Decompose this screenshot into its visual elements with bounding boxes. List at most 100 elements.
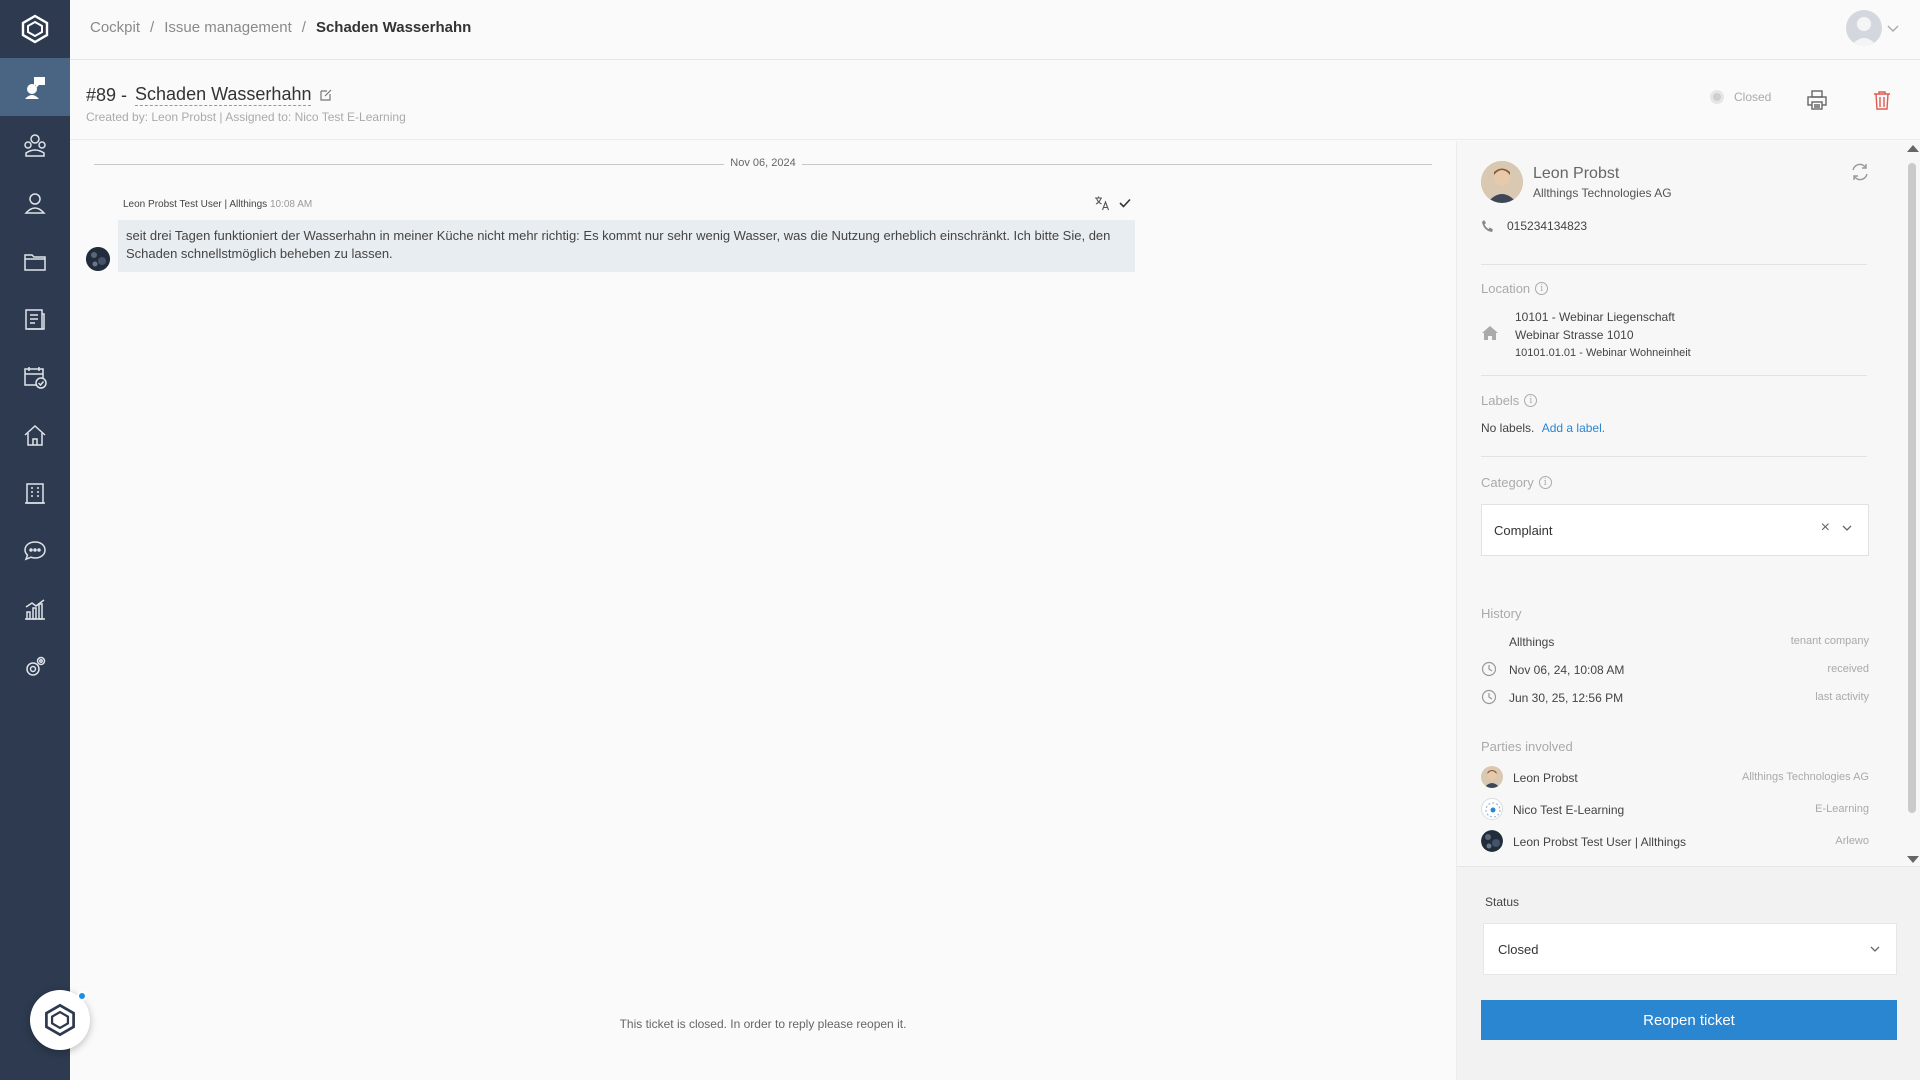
refresh-button[interactable] bbox=[1849, 161, 1871, 183]
sidebar-item-settings[interactable] bbox=[0, 638, 70, 696]
message-bubble: seit drei Tagen funktioniert der Wasserh… bbox=[118, 220, 1135, 272]
info-icon[interactable]: i bbox=[1524, 394, 1538, 407]
contact-avatar bbox=[1481, 161, 1523, 203]
history-row: Nov 06, 24, 10:08 AM received bbox=[1481, 660, 1869, 680]
avatar bbox=[1846, 10, 1882, 46]
building-icon bbox=[25, 483, 45, 504]
printer-icon bbox=[1807, 90, 1827, 110]
history-tag: received bbox=[1827, 663, 1869, 675]
reopen-ticket-button[interactable]: Reopen ticket bbox=[1481, 1000, 1897, 1040]
date-divider: Nov 06, 2024 bbox=[94, 157, 1432, 171]
sidebar-item-analytics[interactable] bbox=[0, 580, 70, 638]
location-block: 10101 - Webinar Liegenschaft Webinar Str… bbox=[1515, 308, 1691, 362]
history-tag: tenant company bbox=[1790, 635, 1869, 647]
status-indicator: Closed bbox=[1710, 90, 1771, 104]
category-select[interactable]: Complaint × bbox=[1481, 504, 1869, 556]
ticket-title-text[interactable]: Schaden Wasserhahn bbox=[135, 84, 312, 106]
clear-icon[interactable]: × bbox=[1821, 519, 1830, 537]
party-row[interactable]: Nico Test E-Learning E-Learning bbox=[1481, 798, 1869, 822]
divider bbox=[1481, 456, 1867, 457]
labels-label: Labels i bbox=[1481, 393, 1538, 408]
scrollbar-thumb[interactable] bbox=[1908, 163, 1916, 813]
sidebar bbox=[0, 0, 90, 1080]
details-scroll-area[interactable]: Leon Probst Allthings Technologies AG 01… bbox=[1457, 141, 1907, 861]
add-label-link[interactable]: Add a label. bbox=[1542, 421, 1605, 435]
delete-button[interactable] bbox=[1868, 86, 1896, 114]
category-value: Complaint bbox=[1494, 523, 1553, 538]
history-row: Jun 30, 25, 12:56 PM last activity bbox=[1481, 688, 1869, 708]
party-avatar bbox=[1481, 766, 1503, 788]
home-icon bbox=[24, 424, 46, 446]
calendar-check-icon bbox=[24, 367, 47, 389]
user-menu[interactable] bbox=[1846, 10, 1900, 46]
message-author: Leon Probst Test User | Allthings 10:08 … bbox=[123, 199, 312, 210]
chevron-down-icon bbox=[1887, 25, 1899, 32]
chevron-down-icon[interactable] bbox=[1840, 521, 1854, 535]
history-label-text: History bbox=[1481, 606, 1522, 621]
folder-icon bbox=[24, 254, 46, 271]
scroll-down-icon[interactable] bbox=[1907, 856, 1919, 863]
chat-icon bbox=[24, 541, 46, 561]
user-icon bbox=[24, 193, 46, 214]
info-icon[interactable]: i bbox=[1538, 476, 1552, 489]
info-icon[interactable]: i bbox=[1535, 282, 1549, 295]
ticket-meta: Created by: Leon Probst | Assigned to: N… bbox=[86, 110, 406, 124]
party-org: Arlewo bbox=[1835, 835, 1869, 847]
sidebar-item-users[interactable] bbox=[0, 174, 70, 232]
location-street: Webinar Strasse 1010 bbox=[1515, 328, 1634, 342]
status-select[interactable]: Closed bbox=[1483, 923, 1897, 975]
team-icon bbox=[24, 134, 46, 157]
analytics-icon bbox=[25, 599, 45, 620]
message-time: 10:08 AM bbox=[269, 199, 313, 210]
category-label: Category i bbox=[1481, 475, 1552, 490]
sidebar-item-calendar[interactable] bbox=[0, 348, 70, 406]
status-value: Closed bbox=[1498, 942, 1539, 957]
sidebar-item-buildings[interactable] bbox=[0, 464, 70, 522]
party-org: E-Learning bbox=[1815, 803, 1869, 815]
message-avatar bbox=[86, 247, 110, 271]
message-actions bbox=[1094, 195, 1132, 211]
location-label: Location i bbox=[1481, 281, 1549, 296]
breadcrumb-cockpit[interactable]: Cockpit bbox=[90, 19, 140, 36]
status-area: Status Closed Reopen ticket bbox=[1457, 866, 1920, 1080]
refresh-icon bbox=[1852, 163, 1868, 181]
history-label: History bbox=[1481, 606, 1521, 621]
breadcrumb-separator: / bbox=[301, 19, 306, 36]
app-logo-icon[interactable] bbox=[0, 0, 70, 58]
party-org: Allthings Technologies AG bbox=[1742, 771, 1869, 783]
sidebar-item-messages[interactable] bbox=[0, 522, 70, 580]
contact-name[interactable]: Leon Probst bbox=[1533, 165, 1619, 183]
phone-number[interactable]: 015234134823 bbox=[1507, 219, 1587, 233]
divider bbox=[1481, 375, 1867, 376]
sidebar-item-files[interactable] bbox=[0, 232, 70, 290]
divider bbox=[1481, 264, 1867, 265]
edit-icon[interactable] bbox=[319, 88, 333, 102]
sidebar-item-properties[interactable] bbox=[0, 406, 70, 464]
breadcrumb-current: Schaden Wasserhahn bbox=[315, 19, 472, 36]
house-icon bbox=[1482, 326, 1498, 340]
sidebar-item-team[interactable] bbox=[0, 116, 70, 174]
sidebar-item-documents[interactable] bbox=[0, 290, 70, 348]
conversation: Nov 06, 2024 Leon Probst Test User | All… bbox=[70, 141, 1456, 1080]
history-text: Nov 06, 24, 10:08 AM bbox=[1509, 663, 1625, 677]
breadcrumb-issue-management[interactable]: Issue management bbox=[164, 19, 292, 36]
details-panel: Leon Probst Allthings Technologies AG 01… bbox=[1456, 141, 1920, 1080]
message-date: Nov 06, 2024 bbox=[730, 157, 796, 169]
breadcrumb: Cockpit / Issue management / Schaden Was… bbox=[90, 19, 471, 36]
print-button[interactable] bbox=[1803, 86, 1831, 114]
check-icon[interactable] bbox=[1118, 196, 1132, 210]
status-text: Closed bbox=[1734, 90, 1772, 104]
scrollbar[interactable] bbox=[1903, 141, 1920, 866]
sidebar-item-issues[interactable] bbox=[0, 58, 70, 116]
scroll-up-icon[interactable] bbox=[1907, 145, 1919, 152]
location-label-text: Location bbox=[1481, 281, 1531, 296]
party-avatar bbox=[1481, 798, 1503, 820]
party-row[interactable]: Leon Probst Test User | Allthings Arlewo bbox=[1481, 830, 1869, 854]
ticket-title: #89 - Schaden Wasserhahn bbox=[86, 84, 333, 106]
party-row[interactable]: Leon Probst Allthings Technologies AG bbox=[1481, 766, 1869, 790]
contact-phone: 015234134823 bbox=[1481, 219, 1587, 233]
party-name: Leon Probst Test User | Allthings bbox=[1513, 835, 1686, 849]
translate-icon[interactable] bbox=[1094, 195, 1110, 211]
parties-label-text: Parties involved bbox=[1481, 739, 1573, 754]
location-unit: 10101.01.01 - Webinar Wohneinheit bbox=[1515, 347, 1691, 359]
